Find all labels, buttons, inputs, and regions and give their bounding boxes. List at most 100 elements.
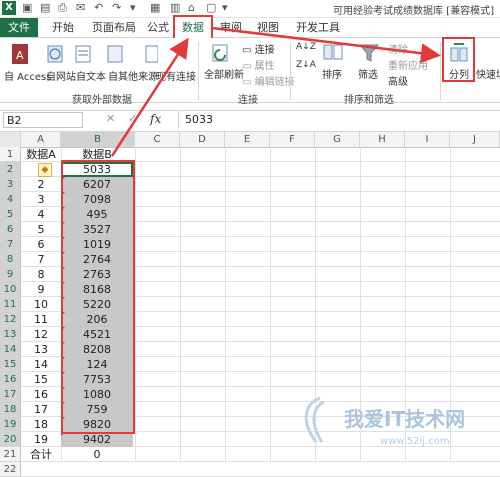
row-header[interactable]: 18 xyxy=(0,402,21,417)
tab-formulas[interactable]: 公式 xyxy=(144,18,172,37)
tab-home[interactable]: 开始 xyxy=(48,18,78,37)
tab-developer[interactable]: 开发工具 xyxy=(292,18,344,37)
name-box[interactable]: B2 xyxy=(3,112,83,128)
enter-icon[interactable]: ✓ xyxy=(128,112,137,125)
clear-button[interactable]: 清除 xyxy=(388,41,408,56)
column-header-f[interactable]: F xyxy=(270,132,315,147)
sort-ascending-button[interactable]: A↓Z xyxy=(296,42,316,52)
tab-review[interactable]: 审阅 xyxy=(216,18,246,37)
cell-a-data[interactable]: 9 xyxy=(21,282,61,297)
row-header[interactable]: 13 xyxy=(0,327,21,342)
properties-button[interactable]: ▭ 属性 xyxy=(242,57,275,72)
row-header[interactable]: 7 xyxy=(0,237,21,252)
cell-a-data[interactable]: 18 xyxy=(21,417,61,432)
column-header-c[interactable]: C xyxy=(135,132,180,147)
row-header[interactable]: 9 xyxy=(0,267,21,282)
cell-a-data[interactable]: 10 xyxy=(21,297,61,312)
refresh-all-button[interactable]: 全部刷新 xyxy=(204,66,244,81)
select-all-corner[interactable] xyxy=(0,132,21,147)
row-header[interactable]: 22 xyxy=(0,462,21,477)
from-other-sources-button[interactable]: 自其他来源 xyxy=(108,68,158,83)
from-web-button[interactable]: 自网站 xyxy=(46,68,76,83)
error-options-icon[interactable]: ◆ xyxy=(38,163,52,177)
row-header[interactable]: 8 xyxy=(0,252,21,267)
email-icon[interactable]: ✉ xyxy=(76,1,85,15)
filter-button[interactable]: 筛选 xyxy=(358,66,378,81)
quick-access-icon[interactable]: ▾ xyxy=(130,1,136,15)
tab-view[interactable]: 视图 xyxy=(254,18,282,37)
customize-icon[interactable]: ▾ xyxy=(222,1,228,15)
cell-a-data[interactable]: 17 xyxy=(21,402,61,417)
column-header-b[interactable]: B xyxy=(61,132,135,147)
cell-a-data[interactable]: 6 xyxy=(21,237,61,252)
cell-a-data[interactable]: 8 xyxy=(21,267,61,282)
cell-a-data[interactable]: 16 xyxy=(21,387,61,402)
from-access-button[interactable]: 自 Access xyxy=(4,68,51,83)
camera-icon[interactable]: ⌂ xyxy=(188,1,195,15)
undo-icon[interactable]: ↶ xyxy=(94,1,103,15)
tab-page-layout[interactable]: 页面布局 xyxy=(86,18,142,37)
cell-value: 10 xyxy=(34,298,48,311)
form-icon[interactable]: ▢ xyxy=(206,1,216,15)
tab-data[interactable]: 数据 xyxy=(173,15,213,38)
cell-a-data[interactable]: 5 xyxy=(21,222,61,237)
row-header[interactable]: 17 xyxy=(0,387,21,402)
sort-button[interactable]: 排序 xyxy=(322,66,342,81)
column-header-j[interactable]: J xyxy=(450,132,500,147)
insert-function-icon[interactable]: fx xyxy=(150,112,161,126)
cell-a-data[interactable]: 12 xyxy=(21,327,61,342)
flash-fill-button[interactable]: 快速填 xyxy=(476,66,500,81)
row-header[interactable]: 5 xyxy=(0,207,21,222)
sort-descending-button[interactable]: Z↓A xyxy=(296,60,316,70)
row-header[interactable]: 14 xyxy=(0,342,21,357)
table-icon[interactable]: ▥ xyxy=(170,1,180,15)
from-text-button[interactable]: 自文本 xyxy=(76,68,106,83)
column-header-h[interactable]: H xyxy=(360,132,405,147)
cell-a-data[interactable]: 19 xyxy=(21,432,61,447)
cell-a-data[interactable]: 11 xyxy=(21,312,61,327)
cell-a-data[interactable]: 15 xyxy=(21,372,61,387)
cell-b-data[interactable]: 9402 xyxy=(61,432,133,447)
cell-a-data[interactable]: 7 xyxy=(21,252,61,267)
cell-a1[interactable]: 数据A xyxy=(21,147,61,162)
chart-icon[interactable]: ▦ xyxy=(150,1,160,15)
cell-a-data[interactable]: 14 xyxy=(21,357,61,372)
row-header[interactable]: 19 xyxy=(0,417,21,432)
column-header-g[interactable]: G xyxy=(315,132,360,147)
reapply-button[interactable]: 重新应用 xyxy=(388,57,428,72)
row-header[interactable]: 2 xyxy=(0,162,21,177)
edit-links-button[interactable]: ▭ 编辑链接 xyxy=(242,73,295,88)
row-header[interactable]: 12 xyxy=(0,312,21,327)
formula-input[interactable]: 5033 xyxy=(178,111,496,129)
print-icon[interactable]: ⎙ xyxy=(58,1,67,15)
row-header[interactable]: 3 xyxy=(0,177,21,192)
cell-a-total[interactable]: 合计 xyxy=(21,447,61,462)
row-header[interactable]: 16 xyxy=(0,372,21,387)
row-header[interactable]: 11 xyxy=(0,297,21,312)
save-icon[interactable]: ▣ xyxy=(22,1,32,15)
redo-icon[interactable]: ↷ xyxy=(112,1,121,15)
column-header-i[interactable]: I xyxy=(405,132,450,147)
cell-a-data[interactable]: 2 xyxy=(21,177,61,192)
row-header[interactable]: 21 xyxy=(0,447,21,462)
cell-value: 16 xyxy=(34,388,48,401)
row-header[interactable]: 15 xyxy=(0,357,21,372)
row-header[interactable]: 6 xyxy=(0,222,21,237)
cancel-icon[interactable]: ✕ xyxy=(106,112,115,125)
row-header[interactable]: 4 xyxy=(0,192,21,207)
advanced-button[interactable]: 高级 xyxy=(388,73,408,88)
column-header-d[interactable]: D xyxy=(180,132,225,147)
cell-a-data[interactable]: 4 xyxy=(21,207,61,222)
column-header-a[interactable]: A xyxy=(21,132,61,147)
cell-b-total[interactable]: 0 xyxy=(61,447,133,462)
cell-a-data[interactable]: 3 xyxy=(21,192,61,207)
cell-a-data[interactable]: 13 xyxy=(21,342,61,357)
open-icon[interactable]: ▤ xyxy=(40,1,50,15)
row-header[interactable]: 20 xyxy=(0,432,21,447)
row-header[interactable]: 10 xyxy=(0,282,21,297)
tab-file[interactable]: 文件 xyxy=(0,18,38,37)
row-header[interactable]: 1 xyxy=(0,147,21,162)
column-header-e[interactable]: E xyxy=(225,132,270,147)
existing-connections-button[interactable]: 现有连接 xyxy=(156,68,196,83)
connections-button[interactable]: ▭ 连接 xyxy=(242,41,275,56)
